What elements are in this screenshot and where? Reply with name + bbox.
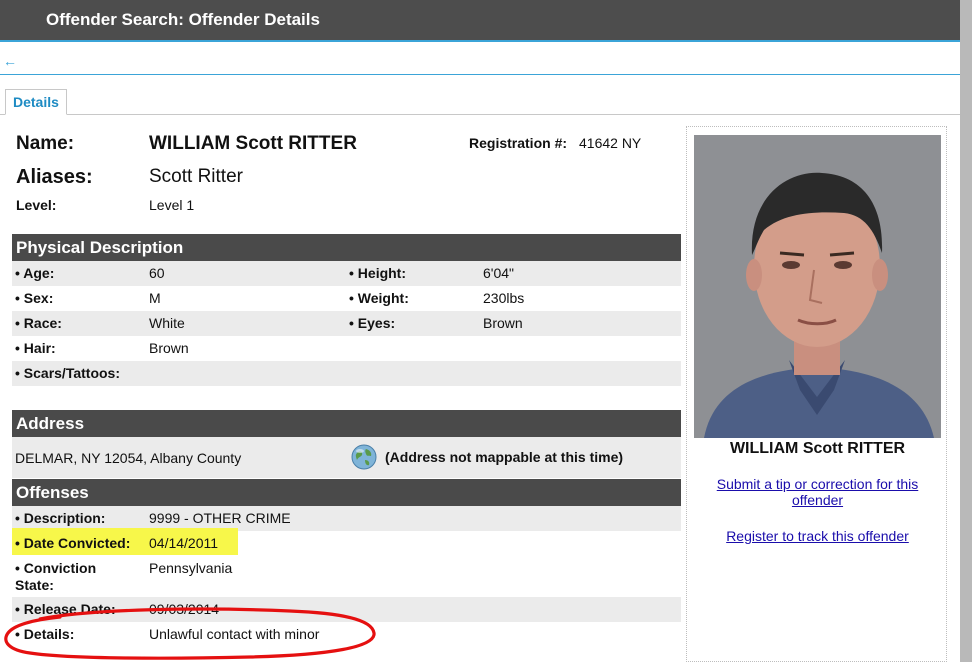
conviction-state-label: • Conviction — [15, 560, 97, 576]
physical-row: • Hair: Brown — [12, 336, 681, 361]
scars-label: • Scars/Tattoos: — [15, 365, 120, 381]
description-label: • Description: — [15, 510, 106, 526]
eyes-value: Brown — [483, 315, 523, 331]
map-note: (Address not mappable at this time) — [385, 449, 624, 465]
age-label: • Age: — [15, 265, 55, 281]
back-arrow-icon[interactable]: ← — [3, 54, 17, 68]
conviction-state-label-2: State: — [15, 577, 54, 593]
aliases-value: Scott Ritter — [149, 166, 243, 187]
address-value: DELMAR, NY 12054, Albany County — [15, 450, 242, 466]
registration-number: 41642 NY — [579, 135, 642, 151]
description-value: 9999 - OTHER CRIME — [149, 510, 291, 526]
physical-row: • Sex: M • Weight: 230lbs — [12, 286, 681, 311]
date-convicted-label: • Date Convicted: — [15, 535, 131, 551]
nav-bar: ← — [0, 42, 960, 75]
registration-label: Registration #: — [469, 135, 568, 151]
weight-value: 230lbs — [483, 290, 525, 306]
title-bar: Offender Search: Offender Details — [0, 0, 960, 42]
race-value: White — [149, 315, 185, 331]
tab-details[interactable]: Details — [5, 89, 67, 115]
address-header: Address — [12, 410, 681, 437]
conviction-state-value: Pennsylvania — [149, 560, 233, 576]
name-label: Name: — [16, 133, 75, 154]
physical-description-header: Physical Description — [12, 234, 681, 261]
offenses-header: Offenses — [12, 479, 681, 506]
address-row: DELMAR, NY 12054, Albany County (Address… — [12, 437, 681, 478]
offense-row: • Conviction State: Pennsylvania — [12, 556, 681, 596]
physical-row: • Age: 60 • Height: 6'04" — [12, 261, 681, 286]
weight-label: • Weight: — [349, 290, 409, 306]
race-label: • Race: — [15, 315, 62, 331]
submit-tip-link-line1[interactable]: Submit a tip or correction for this — [717, 476, 919, 492]
height-label: • Height: — [349, 265, 407, 281]
level-label: Level: — [16, 197, 57, 213]
hair-value: Brown — [149, 340, 189, 356]
globe-icon[interactable] — [351, 444, 377, 470]
offender-name: WILLIAM Scott RITTER — [149, 133, 357, 154]
annotation-circle — [4, 607, 376, 660]
physical-row: • Scars/Tattoos: — [12, 361, 681, 386]
date-convicted-value: 04/14/2011 — [149, 535, 219, 551]
sex-value: M — [149, 290, 161, 306]
sex-label: • Sex: — [15, 290, 54, 306]
offender-photo — [694, 135, 941, 438]
age-value: 60 — [149, 265, 165, 281]
level-value: Level 1 — [149, 197, 195, 213]
tab-strip: Details — [0, 75, 960, 115]
eyes-label: • Eyes: — [349, 315, 396, 331]
window-edge — [960, 0, 972, 662]
page-title: Offender Search: Offender Details — [46, 10, 320, 29]
photo-caption: WILLIAM Scott RITTER — [729, 440, 906, 457]
hair-label: • Hair: — [15, 340, 56, 356]
register-track-link[interactable]: Register to track this offender — [694, 528, 941, 544]
physical-row: • Race: White • Eyes: Brown — [12, 311, 681, 336]
aliases-label: Aliases: — [16, 166, 93, 188]
offense-row: • Date Convicted: 04/14/2011 — [12, 531, 681, 556]
submit-tip-link[interactable]: Submit a tip or correction for this offe… — [694, 476, 941, 508]
height-value: 6'04" — [483, 265, 515, 281]
submit-tip-link-line2[interactable]: offender — [792, 492, 843, 508]
